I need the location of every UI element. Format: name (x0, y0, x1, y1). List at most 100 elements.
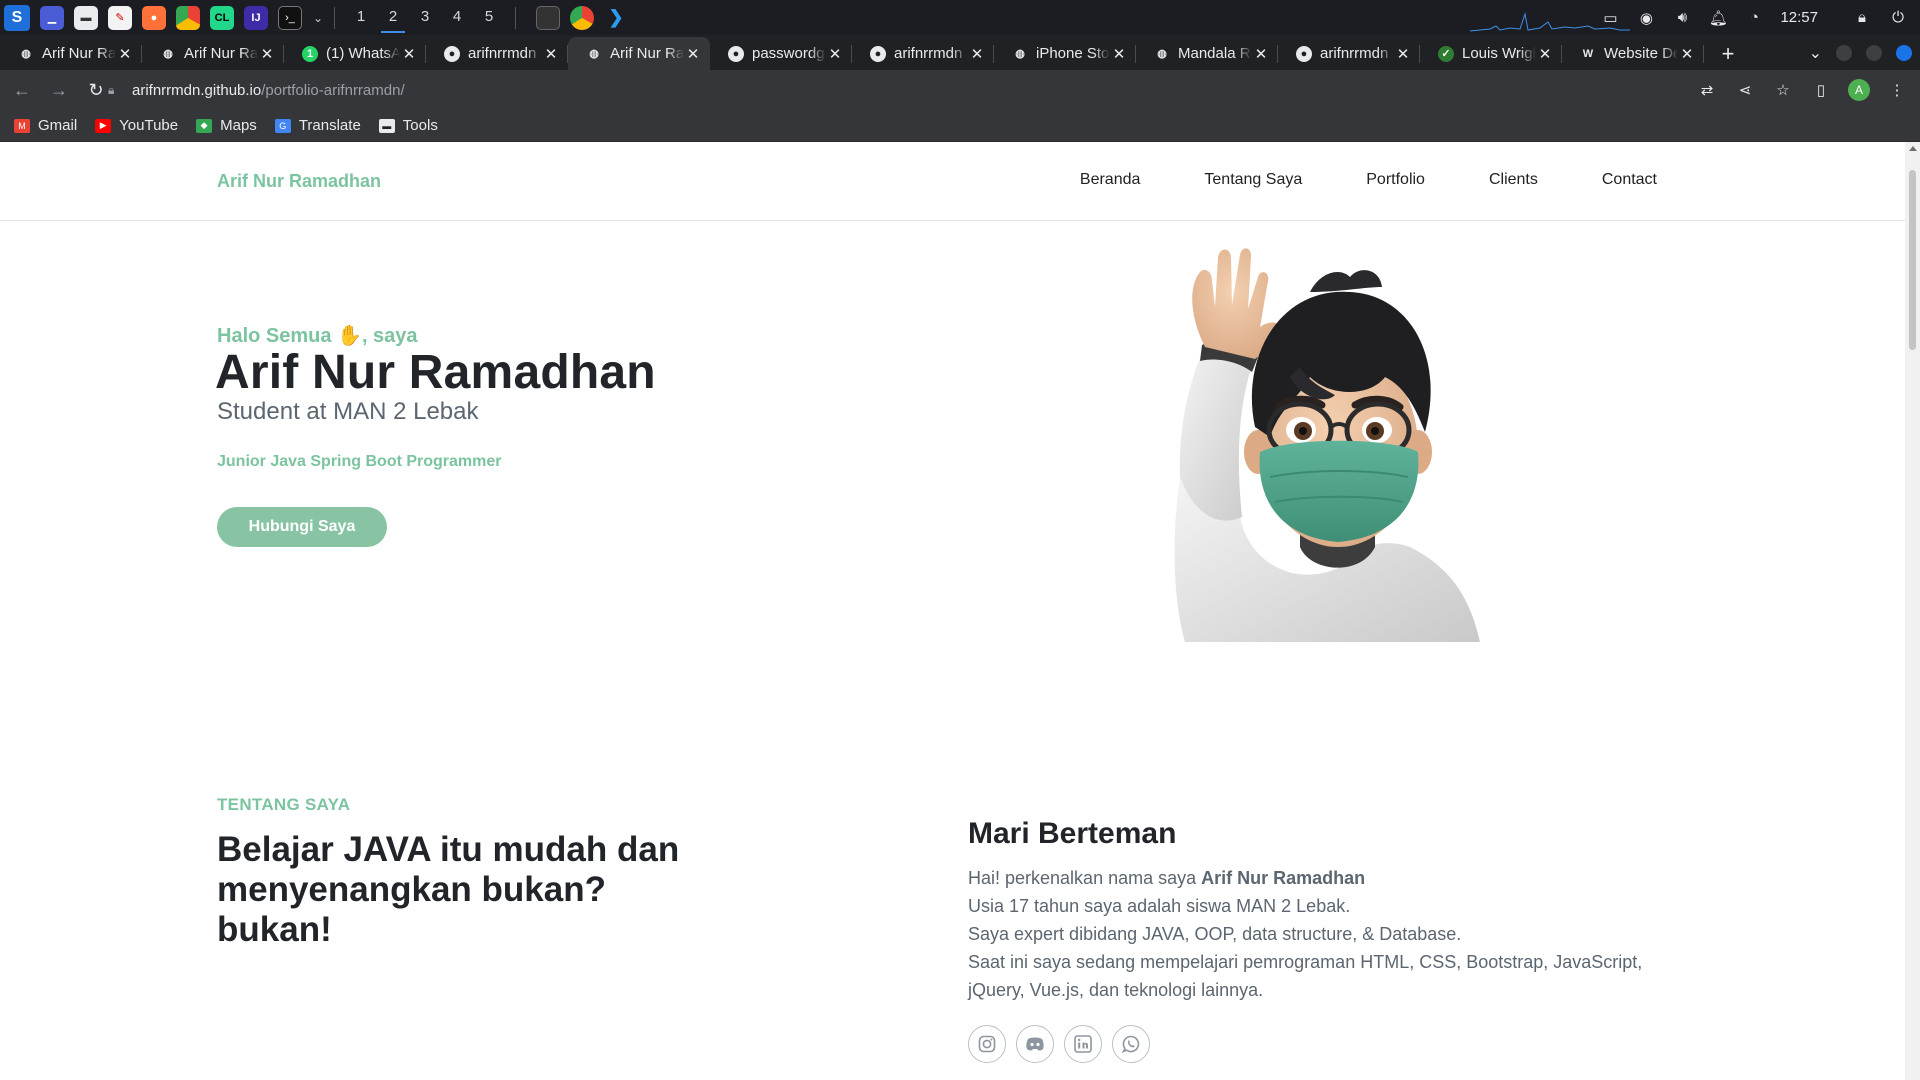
whatsapp-icon[interactable] (1112, 1025, 1150, 1063)
firefox-icon[interactable]: ● (142, 5, 166, 30)
bookmark-label: Translate (298, 117, 361, 134)
bookmark-1[interactable]: ▶ YouTube (95, 117, 178, 134)
chrome-window-icon[interactable] (570, 5, 594, 30)
translate-page-icon[interactable]: ⇄ (1696, 79, 1718, 101)
menu-tentang-saya[interactable]: Tentang Saya (1204, 171, 1302, 189)
share-icon[interactable]: ⋖ (1734, 79, 1756, 101)
workspace-4[interactable]: 4 (441, 0, 473, 35)
vscode-icon[interactable]: ❯ (604, 6, 628, 30)
clion-icon[interactable]: CL (210, 5, 234, 30)
browser-tab[interactable]: ◍ iPhone Store✕ (994, 37, 1136, 70)
bookmark-4[interactable]: ▬ Tools (378, 117, 438, 134)
site-brand[interactable]: Arif Nur Ramadhan (217, 171, 381, 192)
text-editor-icon[interactable]: ✎ (108, 5, 132, 30)
address-bar[interactable]: 🔒︎ arifnrrmdn.github.io/portfolio-arifnr… (108, 74, 1708, 106)
bookmark-0[interactable]: M Gmail (14, 117, 77, 134)
tab-title: arifnrrmdn (894, 45, 963, 62)
chevron-down-icon[interactable]: ⌄ (312, 6, 324, 30)
volume-icon[interactable]: 🔊︎ (1672, 8, 1692, 28)
close-window-button[interactable] (1896, 44, 1912, 61)
close-icon[interactable]: ✕ (542, 45, 560, 63)
browser-tab[interactable]: W Website De ✕ (1562, 37, 1704, 70)
about-paragraph: Hai! perkenalkan nama saya Arif Nur Rama… (968, 864, 1668, 1004)
browser-tab[interactable]: ◍ Arif Nur Ramadhan✕ (142, 37, 284, 70)
menu-portfolio[interactable]: Portfolio (1366, 171, 1425, 189)
instagram-icon[interactable] (968, 1025, 1006, 1063)
browser-tab[interactable]: ● arifnrrmdn ✕ (1278, 37, 1420, 70)
browser-tab[interactable]: ● passwordgen✕ (710, 37, 852, 70)
browser-tab[interactable]: ✓ Louis Wright✕ (1420, 37, 1562, 70)
close-icon[interactable]: ✕ (1678, 45, 1696, 63)
workspace-2[interactable]: 2 (377, 0, 409, 35)
close-icon[interactable]: ✕ (826, 45, 844, 63)
browser-tab[interactable]: ● arifnrrmdn ✕ (852, 37, 994, 70)
browser-tab[interactable]: ● arifnrrmdn ✕ (426, 37, 568, 70)
reload-button[interactable]: ↻ (81, 75, 111, 105)
site-menu: Beranda Tentang Saya Portfolio Clients C… (1016, 171, 1657, 189)
bookmark-star-icon[interactable]: ☆ (1772, 79, 1794, 101)
file-manager-icon[interactable]: ▬ (74, 5, 98, 30)
contact-me-button[interactable]: Hubungi Saya (217, 507, 387, 547)
discord-icon[interactable] (1016, 1025, 1054, 1063)
bookmark-3[interactable]: G Translate (274, 117, 361, 134)
lock-icon[interactable]: 🔒︎ (1852, 8, 1872, 28)
app-launcher-button[interactable]: S (4, 4, 30, 31)
github-icon: ● (1296, 45, 1312, 62)
clock-time[interactable]: 12:57 (1780, 9, 1818, 26)
workspace-3[interactable]: 3 (409, 0, 441, 35)
tab-search-icon[interactable]: ⌄ (1809, 43, 1822, 63)
close-icon[interactable]: ✕ (684, 45, 702, 63)
minimize-button[interactable] (1836, 44, 1852, 61)
chrome-icon[interactable] (176, 5, 200, 30)
workspace-1[interactable]: 1 (345, 0, 377, 35)
gmail-icon: M (14, 118, 30, 133)
terminal-window-icon[interactable] (536, 5, 560, 30)
new-tab-button[interactable]: + (1710, 37, 1746, 70)
close-icon[interactable]: ✕ (400, 45, 418, 63)
tab-title: arifnrrmdn (1320, 45, 1389, 62)
lock-icon[interactable]: 🔒︎ (108, 83, 122, 97)
back-button[interactable]: ← (7, 75, 37, 105)
close-icon[interactable]: ✕ (1252, 45, 1270, 63)
bookmark-label: YouTube (119, 117, 179, 134)
menu-contact[interactable]: Contact (1602, 171, 1657, 189)
discord-tray-icon[interactable]: ◉ (1636, 8, 1656, 28)
scroll-up-arrow-icon[interactable] (1909, 146, 1917, 151)
close-icon[interactable]: ✕ (1536, 45, 1554, 63)
browser-tab[interactable]: 1 (1) WhatsApp✕ (284, 37, 426, 70)
menu-clients[interactable]: Clients (1489, 171, 1538, 189)
page-scrollbar[interactable] (1905, 142, 1920, 1080)
forward-button[interactable]: → (44, 75, 74, 105)
close-icon[interactable]: ✕ (968, 45, 986, 63)
about-line: Saat ini saya sedang mempelajari pemrogr… (968, 952, 1643, 1000)
bookmark-2[interactable]: ◆ Maps (196, 117, 257, 134)
workspace-5[interactable]: 5 (473, 0, 505, 35)
kebab-menu-icon[interactable]: ⋮ (1886, 79, 1908, 101)
screen-icon[interactable]: ▭ (1600, 8, 1620, 28)
maximize-button[interactable] (1866, 44, 1882, 61)
side-panel-icon[interactable]: ▯ (1810, 79, 1832, 101)
browser-tab[interactable]: ◍ Arif Nur Ramadhan✕ (568, 37, 710, 70)
browser-tab[interactable]: ◍ Arif Nur Ramadhan✕ (0, 37, 142, 70)
menu-beranda[interactable]: Beranda (1080, 171, 1141, 189)
scroll-thumb[interactable] (1909, 170, 1916, 350)
app-menu-icon[interactable]: ▁ (40, 5, 64, 30)
close-icon[interactable]: ✕ (116, 45, 134, 63)
hero-name: Arif Nur Ramadhan (215, 346, 656, 399)
linkedin-icon[interactable] (1064, 1025, 1102, 1063)
about-intro-prefix: Hai! perkenalkan nama saya (968, 868, 1202, 888)
github-icon: ● (444, 45, 460, 62)
close-icon[interactable]: ✕ (1110, 45, 1128, 63)
system-tray: ▭ ◉ 🔊︎ 🔔︎ ◔ 12:57 🔒︎ ⏻ (1600, 0, 1908, 35)
close-icon[interactable]: ✕ (1394, 45, 1412, 63)
close-icon[interactable]: ✕ (258, 45, 276, 63)
browser-tab[interactable]: ◍ Mandala Ro ✕ (1136, 37, 1278, 70)
terminal-icon[interactable]: ›_ (278, 5, 302, 30)
profile-avatar[interactable]: A (1848, 79, 1870, 101)
intellij-icon[interactable]: IJ (244, 5, 268, 30)
tab-title: Arif Nur Ramadhan (42, 45, 116, 62)
bell-icon[interactable]: 🔔︎ (1708, 8, 1728, 28)
github-icon: ● (870, 45, 886, 62)
power-icon[interactable]: ⏻ (1888, 8, 1908, 28)
tab-title: passwordgen (752, 45, 826, 62)
